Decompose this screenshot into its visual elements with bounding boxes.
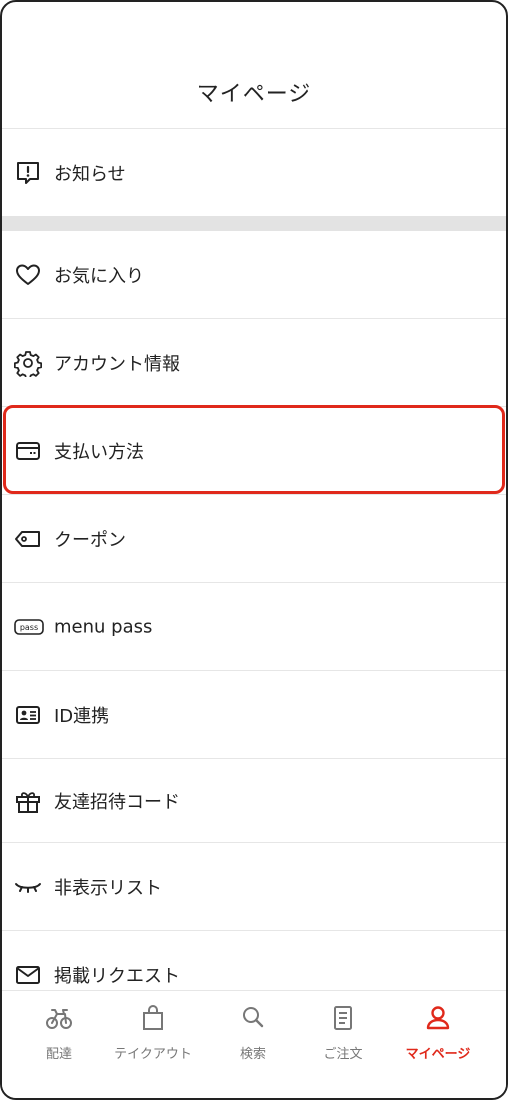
receipt-icon	[334, 1006, 352, 1030]
section-divider	[2, 216, 506, 231]
header: マイページ	[2, 2, 506, 129]
menu-item-notice[interactable]: お知らせ	[2, 129, 506, 217]
app-screen: マイページ お知らせ お気に入り アカウント情報 支払い方法 クーポン pass…	[0, 0, 508, 1100]
menu-item-menupass[interactable]: pass menu pass	[2, 583, 506, 671]
menu-item-label: お気に入り	[54, 265, 144, 287]
menu-item-label: 友達招待コード	[54, 791, 180, 813]
bicycle-icon	[46, 1009, 72, 1029]
menu-item-favorites[interactable]: お気に入り	[2, 231, 506, 319]
menu-item-label: お知らせ	[54, 163, 126, 185]
tag-icon	[15, 530, 40, 547]
closed-eye-icon	[15, 882, 41, 893]
menu-item-label: 非表示リスト	[54, 877, 162, 899]
menu-item-label: 掲載リクエスト	[54, 965, 180, 987]
mail-icon	[16, 965, 40, 984]
person-icon	[426, 1006, 450, 1030]
menu-item-account[interactable]: アカウント情報	[2, 319, 506, 407]
id-card-icon	[16, 705, 40, 724]
notice-icon	[17, 161, 39, 184]
menu-item-label: ID連携	[54, 705, 110, 727]
menu-item-invite[interactable]: 友達招待コード	[2, 759, 506, 843]
tab-mypage[interactable]: マイページ	[393, 991, 483, 1071]
pass-icon: pass	[14, 618, 44, 635]
tab-takeout[interactable]: テイクアウト	[108, 991, 198, 1071]
gear-icon	[14, 350, 42, 377]
selection-highlight	[3, 405, 505, 494]
tab-label: テイクアウト	[114, 1047, 192, 1062]
bottom-tab-bar: 配達 テイクアウト 検索 ご注文 マイページ	[2, 990, 506, 1098]
tab-label: 検索	[239, 1047, 266, 1062]
bag-icon	[143, 1005, 163, 1030]
tab-label: マイページ	[405, 1047, 471, 1062]
heart-icon	[16, 264, 40, 285]
menu-item-idlink[interactable]: ID連携	[2, 671, 506, 759]
tab-search[interactable]: 検索	[208, 991, 298, 1071]
menu-item-coupon[interactable]: クーポン	[2, 495, 506, 583]
page-title: マイページ	[196, 82, 312, 107]
tab-orders[interactable]: ご注文	[298, 991, 388, 1071]
tab-label: 配達	[45, 1047, 72, 1062]
menu-item-hidden[interactable]: 非表示リスト	[2, 843, 506, 931]
tab-label: ご注文	[323, 1047, 363, 1062]
gift-icon	[16, 791, 40, 813]
search-icon	[243, 1007, 264, 1028]
menu-item-label: menu pass	[54, 616, 153, 637]
menu-item-label: アカウント情報	[54, 353, 180, 375]
pass-icon-text: pass	[20, 623, 38, 632]
tab-delivery[interactable]: 配達	[14, 991, 104, 1071]
menu-item-label: クーポン	[54, 529, 126, 551]
